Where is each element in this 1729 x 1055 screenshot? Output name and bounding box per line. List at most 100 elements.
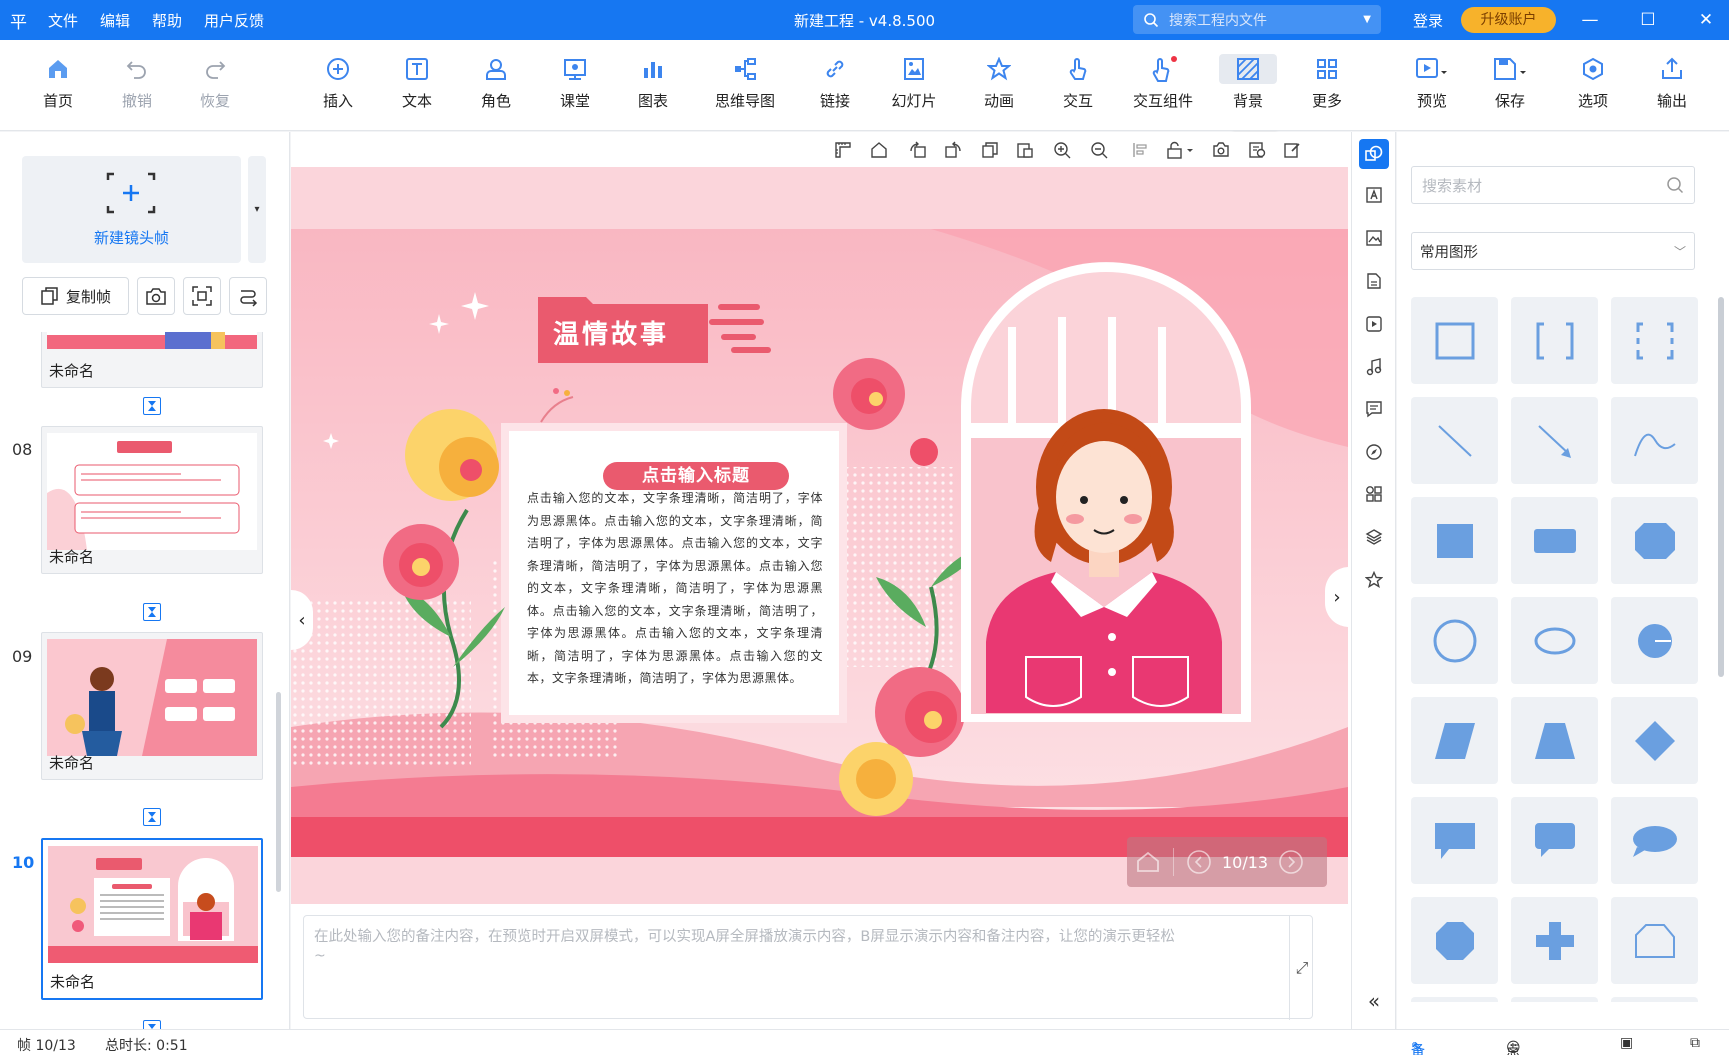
screen-icon[interactable]: ▣ [1620, 1035, 1633, 1051]
comment-tab[interactable] [1359, 394, 1389, 424]
slide-body-text[interactable]: 点击输入您的文本，文字条理清晰，简洁明了，字体为思源黑体。点击输入您的文本，文字… [527, 487, 823, 690]
background-button[interactable]: 背景 [1213, 54, 1283, 111]
chart-button[interactable]: 图表 [618, 54, 688, 111]
shape-circle-pointer[interactable] [1611, 597, 1698, 684]
favorites-tab[interactable] [1359, 565, 1389, 595]
shape-snipped-rectangle[interactable] [1611, 897, 1698, 984]
svg-tab[interactable] [1359, 266, 1389, 296]
shape-ellipse[interactable] [1511, 597, 1598, 684]
shape-more[interactable] [1511, 997, 1598, 1002]
shape-square[interactable] [1411, 497, 1498, 584]
interact-button[interactable]: 交互 [1043, 54, 1113, 111]
save-button[interactable]: 保存 [1475, 54, 1545, 111]
material-search-input[interactable]: 搜索素材 [1411, 166, 1695, 204]
widgets-tab[interactable] [1359, 479, 1389, 509]
menu-feedback[interactable]: 用户反馈 [204, 10, 264, 31]
shape-octagon-rounded[interactable] [1611, 497, 1698, 584]
home-button[interactable]: 首页 [23, 54, 93, 111]
slide-thumbnail[interactable]: 未命名 [41, 632, 263, 780]
text-button[interactable]: 文本 [382, 54, 452, 111]
next-icon[interactable] [1278, 849, 1304, 875]
insert-button[interactable]: 插入 [303, 54, 373, 111]
shape-speech-bubble-oval[interactable] [1611, 797, 1698, 884]
slide-thumbnail[interactable]: 未命名 [41, 426, 263, 574]
classroom-button[interactable]: 课堂 [540, 54, 610, 111]
close-button[interactable]: ✕ [1686, 6, 1726, 34]
slideshow-button[interactable]: 幻灯片 [879, 54, 949, 111]
minimize-button[interactable]: — [1570, 6, 1610, 34]
notes-input[interactable]: 在此处输入您的备注内容，在预览时开启双屏模式，可以实现A屏全屏播放演示内容，B屏… [303, 915, 1314, 1020]
shape-grid-scrollbar[interactable] [1718, 297, 1724, 677]
login-button[interactable]: 登录 [1413, 10, 1443, 31]
shape-more[interactable] [1611, 997, 1698, 1002]
transition-icon[interactable] [143, 397, 161, 415]
undo-button[interactable]: 撤销 [102, 54, 172, 111]
shape-speech-bubble-rounded[interactable] [1511, 797, 1598, 884]
lock-icon[interactable] [1164, 139, 1198, 161]
search-icon[interactable] [1666, 176, 1684, 194]
shape-category-select[interactable]: 常用图形 ﹀ [1411, 232, 1695, 270]
ruler-icon[interactable] [832, 139, 854, 161]
menu-edit[interactable]: 编辑 [100, 10, 130, 31]
expand-notes-button[interactable]: ⤢ [1289, 916, 1314, 1020]
transition-icon[interactable] [143, 1020, 161, 1029]
image-tab[interactable] [1359, 223, 1389, 253]
slide-thumbnail-selected[interactable]: 未命名 [41, 838, 263, 1000]
interactive-components-button[interactable]: 交互组件 [1128, 54, 1198, 111]
copy-icon[interactable] [979, 139, 1001, 161]
rotate-left-icon[interactable] [907, 139, 929, 161]
align-icon[interactable] [1130, 139, 1152, 161]
redo-button[interactable]: 恢复 [180, 54, 250, 111]
shape-diamond[interactable] [1611, 697, 1698, 784]
snapshot-button[interactable] [137, 277, 175, 315]
path-button[interactable] [229, 277, 267, 315]
slide-title-banner[interactable]: 温情故事 [553, 314, 693, 351]
shape-line[interactable] [1411, 397, 1498, 484]
transition-icon[interactable] [143, 603, 161, 621]
new-frame-dropdown[interactable]: ▾ [248, 156, 266, 263]
slide-canvas[interactable]: 温情故事 点击输入标题 点击输入您的文本，文字条理清晰，简洁明了，字体为思源黑体… [291, 167, 1348, 904]
slide-list-scrollbar[interactable] [276, 692, 281, 892]
screenshot-icon[interactable] [1210, 139, 1232, 161]
slide-subtitle[interactable]: 点击输入标题 [603, 462, 789, 490]
zoom-out-icon[interactable] [1088, 139, 1110, 161]
shape-octagon[interactable] [1411, 897, 1498, 984]
project-search-input[interactable]: 搜索工程内文件 ▼ [1133, 5, 1381, 34]
shape-brackets[interactable] [1511, 297, 1598, 384]
preview-button[interactable]: 预览 [1397, 54, 1467, 111]
paste-icon[interactable] [1014, 139, 1036, 161]
home-view-icon[interactable] [868, 139, 890, 161]
more-button[interactable]: 更多 [1292, 54, 1362, 111]
link-button[interactable]: 链接 [800, 54, 870, 111]
menu-help[interactable]: 帮助 [152, 10, 182, 31]
export-button[interactable]: 输出 [1637, 54, 1707, 111]
zoom-in-icon[interactable] [1051, 139, 1073, 161]
copy-frame-button[interactable]: 复制帧 [22, 277, 129, 315]
shape-corner-brackets[interactable] [1611, 297, 1698, 384]
properties-icon[interactable] [1246, 139, 1268, 161]
video-tab[interactable] [1359, 309, 1389, 339]
mindmap-button[interactable]: 思维导图 [710, 54, 780, 111]
shape-speech-bubble-square[interactable] [1411, 797, 1498, 884]
previous-icon[interactable] [1186, 849, 1212, 875]
search-dropdown-icon[interactable]: ▼ [1363, 14, 1371, 25]
options-button[interactable]: 选项 [1558, 54, 1628, 111]
role-button[interactable]: 角色 [461, 54, 531, 111]
shape-trapezoid[interactable] [1511, 697, 1598, 784]
menu-file[interactable]: 文件 [48, 10, 78, 31]
shape-plus[interactable] [1511, 897, 1598, 984]
shape-more[interactable] [1411, 997, 1498, 1002]
shape-rectangle-outline[interactable] [1411, 297, 1498, 384]
shape-parallelogram[interactable] [1411, 697, 1498, 784]
collapse-panel-button[interactable]: « [1359, 986, 1389, 1016]
edit-icon[interactable] [1281, 139, 1303, 161]
shape-arrow[interactable] [1511, 397, 1598, 484]
window-icon[interactable]: ⧉ [1690, 1035, 1700, 1051]
rotate-right-icon[interactable] [942, 139, 964, 161]
slide-thumbnail[interactable]: 未命名 [41, 332, 263, 388]
text-frame-tab[interactable] [1359, 180, 1389, 210]
upgrade-button[interactable]: 升级账户 [1461, 7, 1556, 33]
shapes-tab[interactable] [1359, 139, 1389, 169]
shape-rounded-rectangle[interactable] [1511, 497, 1598, 584]
transition-icon[interactable] [143, 808, 161, 826]
